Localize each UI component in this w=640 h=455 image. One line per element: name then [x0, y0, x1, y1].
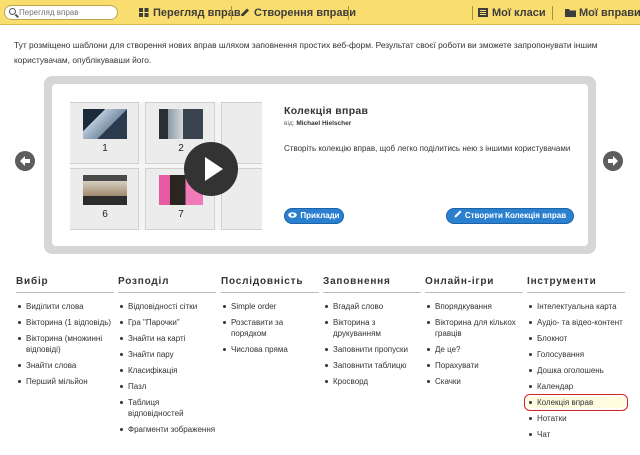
play-icon[interactable]	[184, 142, 238, 196]
nav-label: Перегляд вправ	[153, 7, 241, 19]
template-link[interactable]: Пазл	[118, 381, 216, 392]
template-link[interactable]: Нотатки	[527, 413, 625, 424]
category-column-assignment: Розподіл Відповідності сітки Гра "Парочк…	[118, 276, 216, 440]
search-box[interactable]	[4, 5, 118, 20]
examples-label: Приклади	[300, 211, 340, 220]
thumbnail-tile: 1	[70, 102, 139, 164]
create-activity-button[interactable]: Створити Колекція вправ	[446, 208, 574, 224]
thumbnail-number: 1	[102, 143, 108, 154]
examples-button[interactable]: Приклади	[284, 208, 344, 224]
template-link[interactable]: Впорядкування	[425, 301, 523, 312]
category-heading: Онлайн-ігри	[425, 276, 523, 293]
template-link[interactable]: Класифікація	[118, 365, 216, 376]
template-link[interactable]: Simple order	[221, 301, 319, 312]
nav-my-classes[interactable]: Мої класи	[478, 7, 546, 20]
category-column-choice: Вибір Виділити слова Вікторина (1 відпов…	[16, 276, 114, 392]
category-heading: Вибір	[16, 276, 114, 293]
category-column-online-games: Онлайн-ігри Впорядкування Вікторина для …	[425, 276, 523, 392]
thumbnail-tile: 6	[70, 168, 139, 230]
template-link[interactable]: Знайти на карті	[118, 333, 216, 344]
thumbnail-number: 7	[178, 209, 184, 220]
carousel-prev-button[interactable]	[15, 151, 35, 171]
carousel-frame: 1 2 6 7 Колекція вправ від: Michael Hiel…	[44, 76, 596, 254]
thumbnail-image	[159, 109, 203, 139]
template-link[interactable]: Аудіо- та відео-контент	[527, 317, 625, 328]
thumbnail-number: 6	[102, 209, 108, 220]
nav-my-activities[interactable]: Мої вправи	[565, 7, 640, 20]
template-link[interactable]: Знайти слова	[16, 360, 114, 371]
category-column-tools: Інструменти Інтелектуальна карта Аудіо- …	[524, 276, 628, 445]
eye-icon	[288, 209, 298, 223]
template-link[interactable]: Блокнот	[527, 333, 625, 344]
template-link[interactable]: Інтелектуальна карта	[527, 301, 625, 312]
template-link[interactable]: Порахувати	[425, 360, 523, 371]
nav-create-activity[interactable]: Створення вправи	[240, 7, 356, 20]
class-list-icon	[478, 8, 488, 17]
folder-icon	[565, 8, 576, 17]
author-prefix: від:	[284, 120, 295, 127]
arrow-left-icon	[20, 156, 30, 166]
nav-label: Мої вправи	[579, 7, 640, 19]
arrow-right-icon	[608, 156, 618, 166]
pencil-icon	[240, 8, 250, 17]
search-input[interactable]	[19, 6, 115, 19]
category-heading: Розподіл	[118, 276, 216, 293]
activity-title: Колекція вправ	[284, 105, 369, 117]
activity-description: Створіть колекцію вправ, щоб легко поділ…	[284, 144, 571, 153]
template-link[interactable]: Кросворд	[323, 376, 421, 387]
carousel-next-button[interactable]	[603, 151, 623, 171]
template-link-highlighted[interactable]: Колекція вправ	[524, 394, 628, 411]
template-link[interactable]: Відповідності сітки	[118, 301, 216, 312]
template-link[interactable]: Знайти пару	[118, 349, 216, 360]
template-link[interactable]: Заповнити пропуски	[323, 344, 421, 355]
template-link[interactable]: Фрагменти зображення	[118, 424, 216, 435]
create-label: Створити Колекція вправ	[464, 211, 567, 220]
nav-browse-activities[interactable]: Перегляд вправ	[139, 7, 241, 20]
grid-icon	[139, 8, 149, 17]
category-heading: Інструменти	[527, 276, 625, 293]
activity-author: від: Michael Hielscher	[284, 120, 351, 127]
intro-text: Тут розміщено шаблони для створення нови…	[14, 40, 598, 65]
template-link[interactable]: Перший мільйон	[16, 376, 114, 387]
nav-divider	[231, 6, 232, 20]
template-link[interactable]: Скачки	[425, 376, 523, 387]
template-link[interactable]: Вікторина з друкуванням	[323, 317, 421, 339]
pencil-icon	[454, 209, 462, 223]
template-link[interactable]: Вікторина (множинні відповіді)	[16, 333, 114, 355]
carousel-card: 1 2 6 7 Колекція вправ від: Michael Hiel…	[52, 84, 588, 246]
category-column-sequence: Послідовність Simple order Розставити за…	[221, 276, 319, 360]
template-link[interactable]: Чат	[527, 429, 625, 440]
top-navigation-bar: Перегляд вправ Створення вправи Мої клас…	[0, 0, 640, 25]
nav-divider	[472, 6, 473, 20]
category-heading: Заповнення	[323, 276, 421, 293]
template-link[interactable]: Календар	[527, 381, 625, 392]
template-link[interactable]: Числова пряма	[221, 344, 319, 355]
nav-divider	[348, 6, 349, 20]
template-link[interactable]: Вікторина (1 відповідь)	[16, 317, 114, 328]
search-icon	[9, 8, 16, 15]
category-heading: Послідовність	[221, 276, 319, 293]
category-column-fill-in: Заповнення Вгадай слово Вікторина з друк…	[323, 276, 421, 392]
template-link[interactable]: Заповнити таблицю	[323, 360, 421, 371]
template-link[interactable]: Гра "Парочки"	[118, 317, 216, 328]
template-link[interactable]: Вікторина для кількох гравців	[425, 317, 523, 339]
nav-label: Мої класи	[492, 7, 546, 19]
author-name[interactable]: Michael Hielscher	[296, 120, 351, 127]
template-link[interactable]: Вгадай слово	[323, 301, 421, 312]
template-link[interactable]: Таблиця відповідностей	[118, 397, 216, 419]
nav-divider	[552, 6, 553, 20]
thumbnail-image	[83, 175, 127, 205]
nav-label: Створення вправи	[254, 7, 357, 19]
template-link[interactable]: Дошка оголошень	[527, 365, 625, 376]
template-link[interactable]: Виділити слова	[16, 301, 114, 312]
template-link[interactable]: Де це?	[425, 344, 523, 355]
template-link[interactable]: Розставити за порядком	[221, 317, 319, 339]
thumbnail-image	[83, 109, 127, 139]
template-link[interactable]: Голосування	[527, 349, 625, 360]
